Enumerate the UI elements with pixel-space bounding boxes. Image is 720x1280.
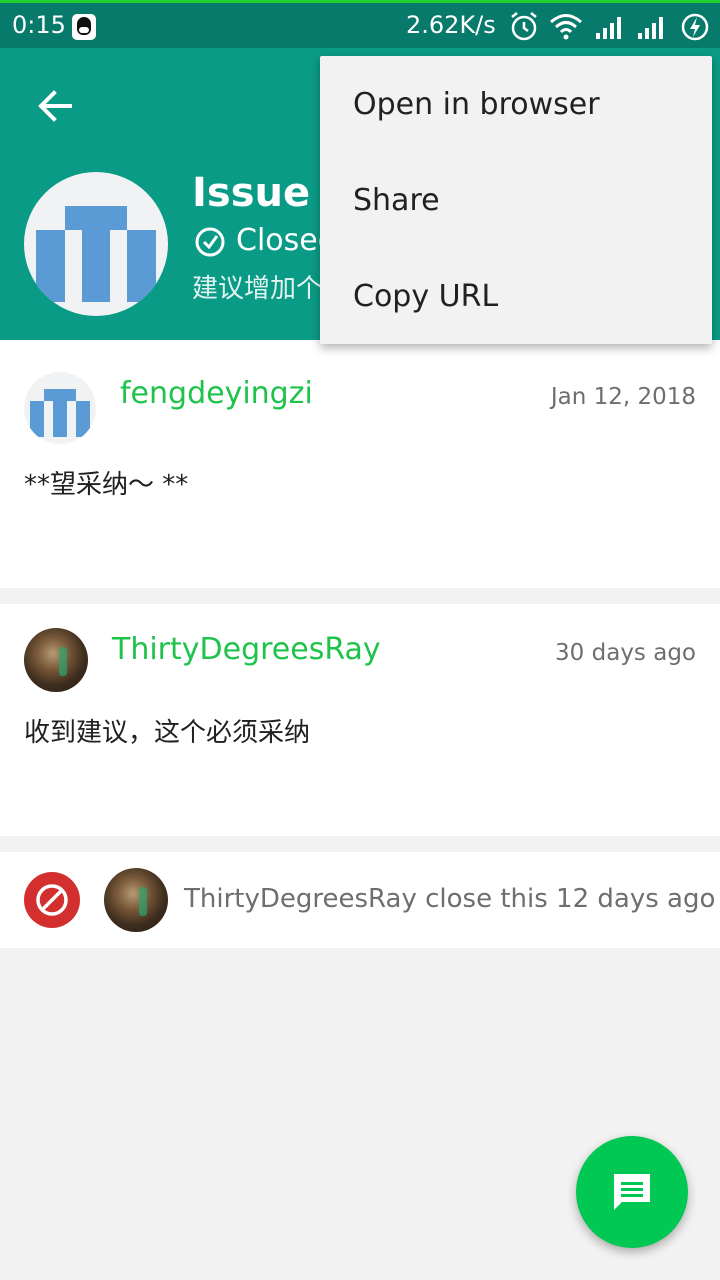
status-time: 0:15 [12, 11, 66, 39]
block-icon [24, 872, 80, 928]
signal-icon [596, 17, 621, 39]
status-bar: 0:15 2.62K/s [0, 0, 720, 48]
signal-icon [638, 17, 663, 39]
comment-body: 收到建议，这个必须采纳 [24, 718, 311, 748]
comment-avatar[interactable] [24, 372, 96, 444]
identicon-icon [30, 389, 90, 437]
issue-author-avatar[interactable] [24, 172, 168, 316]
menu-item-share[interactable]: Share [320, 152, 712, 248]
issue-subtitle: 建议增加个 [192, 274, 323, 304]
event-text: ThirtyDegreesRay close this 12 days ago [184, 884, 716, 914]
comment-card: fengdeyingzi Jan 12, 2018 **望采纳～ ** [0, 340, 720, 588]
menu-item-copy-url[interactable]: Copy URL [320, 248, 712, 344]
alarm-icon [511, 12, 537, 41]
overflow-menu: Open in browser Share Copy URL [320, 56, 712, 344]
comment-body: **望采纳～ ** [24, 470, 189, 500]
comment-icon [614, 1174, 650, 1210]
net-speed: 2.62K/s [406, 11, 496, 39]
identicon-icon [36, 206, 156, 302]
comment-date: 30 days ago [555, 640, 696, 666]
comment-card: ThirtyDegreesRay 30 days ago 收到建议，这个必须采纳 [0, 604, 720, 836]
comment-author[interactable]: fengdeyingzi [120, 376, 313, 411]
back-arrow-icon[interactable] [22, 78, 90, 134]
event-avatar[interactable] [104, 868, 168, 932]
add-comment-button[interactable] [576, 1136, 688, 1248]
close-event-row: ThirtyDegreesRay close this 12 days ago [0, 852, 720, 948]
qq-icon [72, 14, 96, 40]
comment-date: Jan 12, 2018 [550, 384, 696, 410]
wifi-icon [550, 14, 582, 40]
battery-charging-icon [681, 13, 709, 41]
menu-item-open-in-browser[interactable]: Open in browser [320, 56, 712, 152]
comment-author[interactable]: ThirtyDegreesRay [112, 632, 381, 667]
comment-avatar[interactable] [24, 628, 88, 692]
check-circle-icon [195, 227, 225, 257]
